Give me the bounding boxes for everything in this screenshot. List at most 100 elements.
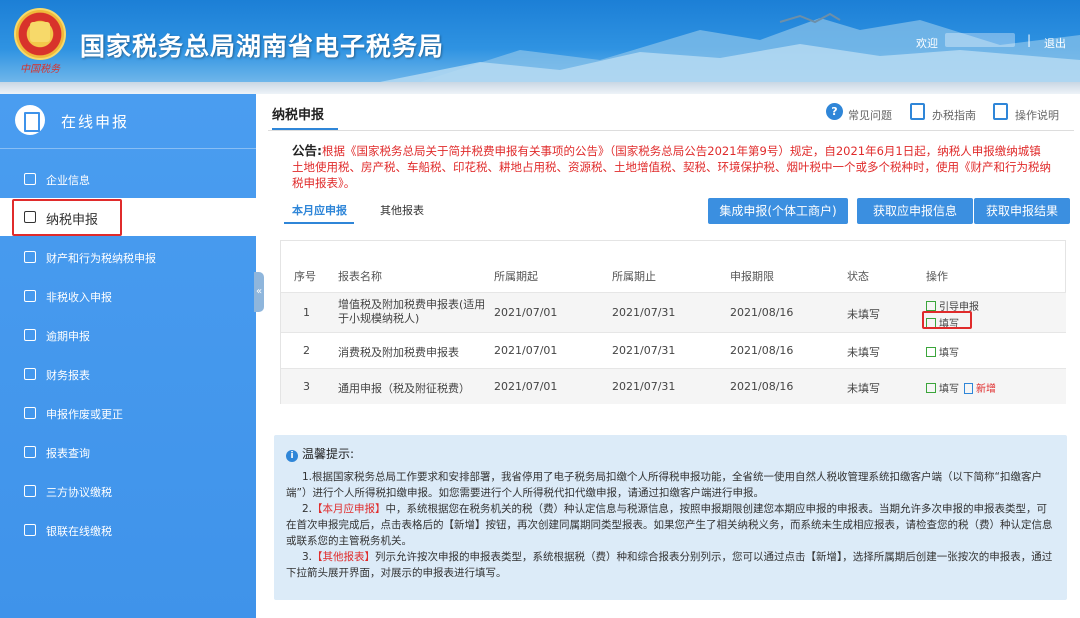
search-doc-icon <box>24 446 36 458</box>
tab-tax-filing[interactable]: 纳税申报 <box>272 104 324 123</box>
col-header-ops: 操作 <box>926 270 948 283</box>
sidebar-item-unionpay[interactable]: 银联在线缴税 <box>0 511 256 549</box>
tips-title-text: 温馨提示: <box>302 447 355 461</box>
tips-body: 1.根据国家税务总局工作要求和安排部署，我省停用了电子税务局扣缴个人所得税申报功… <box>286 469 1056 581</box>
logo-subtitle: 中国税务 <box>20 64 60 75</box>
tax-emblem-icon <box>14 8 66 60</box>
sidebar-item-nontax-income[interactable]: 非税收入申报 <box>0 277 256 315</box>
subtab-other-reports[interactable]: 其他报表 <box>380 202 424 218</box>
row-deadline: 2021/08/16 <box>730 306 794 319</box>
tip-2-text: 中，系统根据您在税务机关的税（费）种认定信息与税源信息，按照申报期限创建您本期应… <box>286 503 1053 547</box>
sidebar-item-label: 三方协议缴税 <box>46 486 112 499</box>
sidebar-item-label: 银联在线缴税 <box>46 525 112 538</box>
row-no: 2 <box>303 344 310 357</box>
sidebar: 在线申报 企业信息 纳税申报 财产和行为税纳税申报 非税收入申报 逾期申报 财务… <box>0 94 256 618</box>
add-new-link[interactable]: 新增 <box>964 380 996 395</box>
sidebar-item-label: 财务报表 <box>46 369 90 382</box>
fill-in-link[interactable]: 填写 <box>926 344 959 359</box>
edit-icon <box>926 383 936 393</box>
sidebar-item-company-info[interactable]: 企业信息 <box>0 160 256 198</box>
col-header-start: 所属期起 <box>494 270 538 283</box>
sidebar-item-report-query[interactable]: 报表查询 <box>0 433 256 471</box>
report-icon <box>24 368 36 380</box>
header-separator: | <box>1027 33 1032 47</box>
doc-icon <box>24 290 36 302</box>
op-label: 填写 <box>939 384 959 395</box>
sidebar-item-void-correct[interactable]: 申报作废或更正 <box>0 394 256 432</box>
sidebar-title: 在线申报 <box>61 113 130 131</box>
row-start: 2021/07/01 <box>494 380 558 393</box>
sidebar-item-tripartite[interactable]: 三方协议缴税 <box>0 472 256 510</box>
op-label: 填写 <box>939 348 959 359</box>
sidebar-item-label: 非税收入申报 <box>46 291 112 304</box>
col-header-status: 状态 <box>847 270 869 283</box>
main-panel: 纳税申报 ? 常见问题 办税指南 操作说明 公告:根据《国家税务总局关于简并税费申… <box>262 94 1080 618</box>
tip-3-num: 3. <box>302 551 313 563</box>
fetch-filing-info-button[interactable]: 获取应申报信息 <box>857 198 973 224</box>
edit-icon <box>926 347 936 357</box>
sidebar-item-property-tax[interactable]: 财产和行为税纳税申报 <box>0 238 256 276</box>
row-name: 消费税及附加税费申报表 <box>338 346 459 359</box>
table-row: 3 通用申报（税及附征税费） 2021/07/01 2021/07/31 202… <box>281 368 1066 404</box>
tip-3-highlight: 【其他报表】 <box>312 551 376 563</box>
fill-in-link[interactable]: 填写 <box>926 380 959 395</box>
info-icon <box>24 173 36 185</box>
header-shadow <box>0 82 1080 94</box>
sidebar-item-label: 财产和行为税纳税申报 <box>46 252 156 265</box>
tip-2-num: 2. <box>302 503 313 515</box>
row-end: 2021/07/31 <box>612 306 676 319</box>
row-end: 2021/07/31 <box>612 344 676 357</box>
row-name: 增值税及附加税费申报表(适用于小规模纳税人) <box>338 298 486 325</box>
divider <box>268 130 1074 131</box>
list-icon <box>993 103 1008 120</box>
doc-icon <box>24 251 36 263</box>
highlight-box <box>12 199 122 236</box>
row-deadline: 2021/08/16 <box>730 344 794 357</box>
op-label: 新增 <box>976 384 996 395</box>
site-header: 中国税务 国家税务总局湖南省电子税务局 欢迎 | 退出 <box>0 0 1080 82</box>
logout-link[interactable]: 退出 <box>1044 35 1066 51</box>
row-no: 3 <box>303 380 310 393</box>
announcement-text: 根据《国家税务总局关于简并税费申报有关事项的公告》（国家税务总局公告2021年第… <box>292 144 1051 190</box>
faq-label: 常见问题 <box>848 109 892 122</box>
col-header-deadline: 申报期限 <box>730 270 774 283</box>
sidebar-item-overdue[interactable]: 逾期申报 <box>0 316 256 354</box>
row-no: 1 <box>303 306 310 319</box>
subtab-current-month[interactable]: 本月应申报 <box>292 202 347 218</box>
col-header-no: 序号 <box>294 270 316 283</box>
row-deadline: 2021/08/16 <box>730 380 794 393</box>
agreement-icon <box>24 485 36 497</box>
announcement-label: 公告: <box>292 143 322 158</box>
tips-panel: i 温馨提示: 1.根据国家税务总局工作要求和安排部署，我省停用了电子税务局扣缴个… <box>274 435 1067 600</box>
row-start: 2021/07/01 <box>494 344 558 357</box>
row-end: 2021/07/31 <box>612 380 676 393</box>
tip-3-text: 列示允许按次申报的申报表类型，系统根据税（费）种和综合报表分别列示，您可以通过点… <box>286 551 1053 579</box>
sidebar-header: 在线申报 <box>0 94 256 149</box>
card-icon <box>24 524 36 536</box>
row-status: 未填写 <box>847 346 880 359</box>
guide-label: 办税指南 <box>932 109 976 122</box>
integrated-filing-button[interactable]: 集成申报(个体工商户) <box>708 198 848 224</box>
row-name: 通用申报（税及附征税费） <box>338 382 470 395</box>
sidebar-item-label: 逾期申报 <box>46 330 90 343</box>
row-status: 未填写 <box>847 382 880 395</box>
info-icon: i <box>286 450 298 462</box>
fetch-filing-result-button[interactable]: 获取申报结果 <box>974 198 1070 224</box>
sidebar-item-label: 申报作废或更正 <box>46 408 123 421</box>
tip-3: 3.【其他报表】列示允许按次申报的申报表类型，系统根据税（费）种和综合报表分别列… <box>286 549 1056 581</box>
manual-label: 操作说明 <box>1015 109 1059 122</box>
doc-icon <box>24 329 36 341</box>
username-redacted <box>945 33 1015 47</box>
col-header-name: 报表名称 <box>338 270 382 283</box>
announcement: 公告:根据《国家税务总局关于简并税费申报有关事项的公告》（国家税务总局公告202… <box>292 143 1052 191</box>
sidebar-item-label: 企业信息 <box>46 174 90 187</box>
edit-icon <box>926 301 936 311</box>
tip-2: 2.【本月应申报】中，系统根据您在税务机关的税（费）种认定信息与税源信息，按照申… <box>286 501 1056 549</box>
col-header-end: 所属期止 <box>612 270 656 283</box>
tip-2-highlight: 【本月应申报】 <box>312 503 386 515</box>
tip-1: 1.根据国家税务总局工作要求和安排部署，我省停用了电子税务局扣缴个人所得税申报功… <box>286 471 1042 499</box>
doc-icon <box>24 407 36 419</box>
book-icon <box>910 103 925 120</box>
row-start: 2021/07/01 <box>494 306 558 319</box>
sidebar-item-financial-reports[interactable]: 财务报表 <box>0 355 256 393</box>
